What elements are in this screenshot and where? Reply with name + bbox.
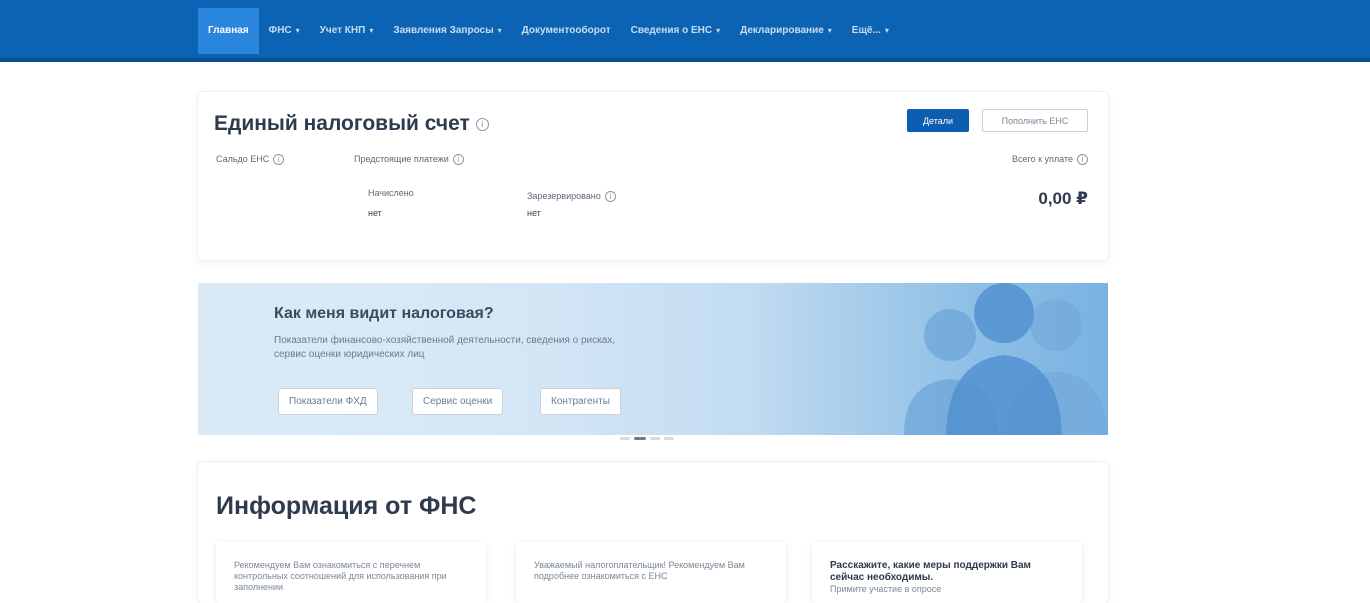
counterparties-button[interactable]: Контрагенты [540, 388, 621, 415]
total-label: Всего к уплате i [1012, 154, 1088, 166]
chevron-down-icon: ▾ [716, 26, 721, 35]
nav-item-label: Сведения о ЕНС [630, 25, 713, 36]
news-subtext: Примите участие в опросе [830, 584, 942, 594]
news-text: Рекомендуем Вам ознакомиться с перечнем … [234, 560, 447, 592]
top-up-ens-button[interactable]: Пополнить ЕНС [982, 109, 1088, 132]
nav-item-label: Учет КНП [319, 25, 366, 36]
carousel-indicators [620, 437, 674, 440]
nav-item-label: Ещё... [851, 25, 881, 36]
obligations-label-text: Предстоящие платежи [354, 154, 449, 164]
nav-item-more[interactable]: Ещё... ▾ [842, 8, 899, 54]
reserved-label: Зарезервировано i [527, 191, 616, 203]
chevron-down-icon: ▾ [497, 26, 502, 35]
banner-title: Как меня видит налоговая? [274, 305, 494, 322]
nav-item-declarations[interactable]: Декларирование ▾ [730, 8, 842, 54]
obligations-label: Предстоящие платежи i [354, 154, 464, 166]
carousel-dot[interactable] [620, 437, 630, 440]
info-icon[interactable]: i [273, 154, 285, 166]
info-icon[interactable]: i [1077, 154, 1088, 166]
news-card[interactable]: Расскажите, какие меры поддержки Вам сей… [812, 542, 1082, 603]
news-card[interactable]: Уважаемый налогоплательщик! Рекомендуем … [516, 542, 786, 603]
fhd-indicators-button[interactable]: Показатели ФХД [278, 388, 378, 415]
nav-item-documents[interactable]: Документооборот [512, 8, 621, 54]
nav-item-fns[interactable]: ФНС ▾ [259, 8, 310, 54]
info-icon[interactable]: i [475, 117, 489, 131]
chevron-down-icon: ▾ [369, 26, 374, 35]
nav-item-ens-info[interactable]: Сведения о ЕНС ▾ [621, 8, 731, 54]
balance-label-text: Сальдо ЕНС [216, 154, 270, 164]
nav-item-label: Декларирование [740, 25, 824, 36]
promo-banner: Как меня видит налоговая? Показатели фин… [198, 283, 1108, 435]
carousel-dot-active[interactable] [634, 437, 646, 440]
nav-item-label: ФНС [268, 25, 292, 36]
fns-info-section: Информация от ФНС Рекомендуем Вам ознако… [198, 462, 1108, 603]
nav-item-knp[interactable]: Учет КНП ▾ [310, 8, 384, 54]
reserved-label-text: Зарезервировано [527, 191, 601, 201]
info-icon[interactable]: i [604, 191, 616, 203]
accrued-label: Начислено [368, 188, 414, 198]
news-card[interactable]: Рекомендуем Вам ознакомиться с перечнем … [216, 542, 486, 603]
balance-label: Сальдо ЕНС i [216, 154, 285, 166]
nav-menu: Главная ФНС ▾ Учет КНП ▾ Заявления Запросы… [198, 8, 899, 54]
ens-title-text: Единый налоговый счет [214, 112, 470, 135]
info-title: Информация от ФНС [216, 492, 477, 520]
banner-text: Показатели финансово-хозяйственной деяте… [274, 335, 616, 360]
chevron-down-icon: ▾ [295, 26, 300, 35]
nav-item-label: Документооборот [521, 25, 611, 36]
nav-item-home[interactable]: Главная [198, 8, 259, 54]
reserved-value: нет [527, 208, 541, 218]
ens-card: Единый налоговый счет i Детали Пополнить … [198, 92, 1108, 260]
nav-item-label: Главная [208, 25, 249, 36]
ens-title: Единый налоговый счет i [214, 112, 489, 136]
accrued-value: нет [368, 208, 382, 218]
news-text: Расскажите, какие меры поддержки Вам сей… [830, 560, 1031, 583]
total-label-text: Всего к уплате [1012, 154, 1073, 164]
news-text: Уважаемый налогоплательщик! Рекомендуем … [534, 560, 745, 581]
top-navigation-bar: Главная ФНС ▾ Учет КНП ▾ Заявления Запросы… [0, 0, 1370, 62]
carousel-dot[interactable] [650, 437, 660, 440]
rating-service-button[interactable]: Сервис оценки [412, 388, 504, 415]
info-icon[interactable]: i [452, 154, 464, 166]
nav-item-requests[interactable]: Заявления Запросы ▾ [383, 8, 511, 54]
details-button[interactable]: Детали [907, 109, 969, 132]
nav-item-label: Заявления Запросы [393, 25, 494, 36]
carousel-dot[interactable] [664, 437, 674, 440]
total-amount: 0,00 ₽ [1038, 189, 1088, 208]
chevron-down-icon: ▾ [827, 26, 832, 35]
people-silhouette-icon [904, 283, 1108, 435]
chevron-down-icon: ▾ [884, 26, 889, 35]
